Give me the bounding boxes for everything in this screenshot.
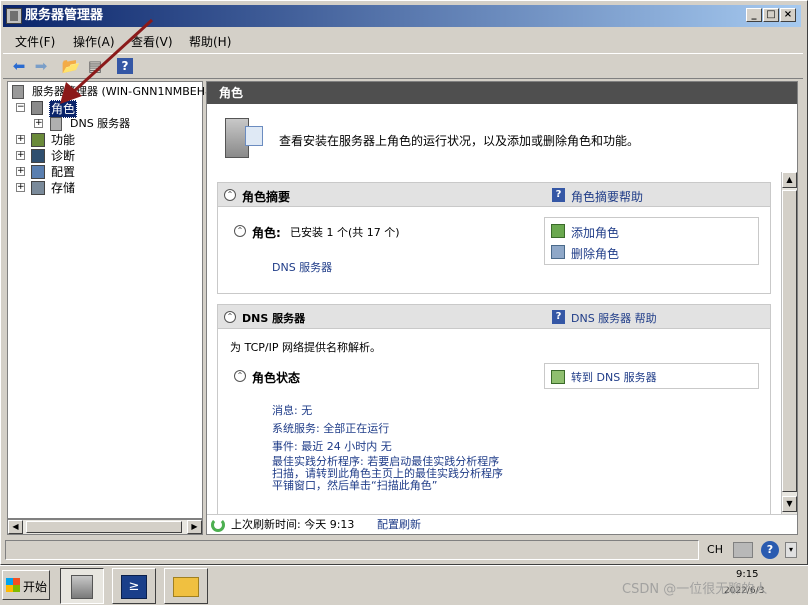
roles-installed-count: 已安装 1 个(共 17 个) <box>290 226 400 239</box>
remove-role-link[interactable]: 删除角色 <box>571 245 619 262</box>
add-role-icon <box>551 224 565 238</box>
collapse-up-icon[interactable]: ⌃ <box>234 370 246 382</box>
menu-view[interactable]: 查看(V) <box>131 33 173 50</box>
collapse-icon[interactable]: − <box>16 103 25 112</box>
server-manager-window: 服务器管理器 _ □ × 文件(F) 操作(A) 查看(V) 帮助(H) ⬅ ➡… <box>0 0 808 565</box>
details-pane: 角色 查看安装在服务器上角色的运行状况，以及添加或删除角色和功能。 ⌃ 角色摘要… <box>206 81 798 535</box>
diagnostics-icon <box>31 149 45 163</box>
start-button[interactable]: 开始 <box>2 570 50 600</box>
dns-server-icon <box>50 117 62 131</box>
tree-horizontal-scrollbar[interactable]: ◀ ▶ <box>7 519 203 535</box>
add-role-link[interactable]: 添加角色 <box>571 224 619 241</box>
server-icon <box>12 85 24 99</box>
windows-logo-icon <box>6 578 20 592</box>
status-pane-main <box>5 540 699 560</box>
status-services: 系统服务: 全部正在运行 <box>272 422 390 435</box>
keyboard-icon[interactable] <box>733 542 753 558</box>
server-manager-icon <box>71 575 93 599</box>
intro-text: 查看安装在服务器上角色的运行状况，以及添加或删除角色和功能。 <box>279 134 640 148</box>
refresh-bar: 上次刷新时间: 今天 9:13 配置刷新 <box>207 514 797 534</box>
scroll-thumb[interactable] <box>782 190 797 492</box>
roles-server-icon <box>221 112 267 162</box>
roles-summary-header[interactable]: ⌃ 角色摘要 ? 角色摘要帮助 <box>218 183 770 207</box>
expand-icon[interactable]: + <box>16 167 25 176</box>
goto-dns-link[interactable]: 转到 DNS 服务器 <box>571 369 657 385</box>
roles-summary-section: ⌃ 角色摘要 ? 角色摘要帮助 ⌃ 角色: 已安装 1 个(共 17 个) DN… <box>217 182 771 294</box>
language-indicator[interactable]: CH <box>703 540 727 560</box>
show-hide-tree-icon[interactable]: ▤ <box>85 57 105 75</box>
help-icon: ? <box>552 310 565 324</box>
minimize-button[interactable]: _ <box>746 8 762 22</box>
collapse-up-icon[interactable]: ⌃ <box>224 311 236 323</box>
content-header: 角色 <box>207 82 797 104</box>
taskbar-powershell[interactable]: ≥ <box>112 568 156 604</box>
window-title: 服务器管理器 <box>25 8 104 23</box>
collapse-up-icon[interactable]: ⌃ <box>234 225 246 237</box>
title-bar[interactable]: 服务器管理器 <box>3 5 801 27</box>
taskbar-server-manager[interactable] <box>60 568 104 604</box>
back-icon[interactable]: ⬅ <box>9 57 29 75</box>
powershell-icon: ≥ <box>121 575 147 599</box>
scroll-thumb[interactable] <box>26 521 182 533</box>
menu-file[interactable]: 文件(F) <box>15 33 55 50</box>
status-messages: 消息: 无 <box>272 404 313 417</box>
help-icon: ? <box>552 188 565 202</box>
toolbar: ⬅ ➡ 📂 ▤ ? <box>3 53 803 79</box>
roles-tasks-box: 添加角色 删除角色 <box>544 217 759 265</box>
dns-tasks-box: 转到 DNS 服务器 <box>544 363 759 389</box>
folder-icon <box>173 577 199 597</box>
features-icon <box>31 133 45 147</box>
configure-refresh-link[interactable]: 配置刷新 <box>377 515 421 535</box>
content-scroll-area: ⌃ 角色摘要 ? 角色摘要帮助 ⌃ 角色: 已安装 1 个(共 17 个) DN… <box>207 172 781 518</box>
scroll-right-icon[interactable]: ▶ <box>187 520 202 534</box>
watermark: CSDN @一位很无聊的人 <box>622 582 768 597</box>
server-manager-icon <box>6 8 22 24</box>
configuration-icon <box>31 165 45 179</box>
chevron-down-icon[interactable]: ▾ <box>785 542 797 558</box>
intro-panel: 查看安装在服务器上角色的运行状况，以及添加或删除角色和功能。 <box>207 104 775 172</box>
dns-help-link[interactable]: DNS 服务器 帮助 <box>571 310 657 326</box>
menu-help[interactable]: 帮助(H) <box>189 33 231 50</box>
menu-bar: 文件(F) 操作(A) 查看(V) 帮助(H) <box>3 29 803 51</box>
status-events: 事件: 最近 24 小时内 无 <box>272 440 392 453</box>
close-button[interactable]: × <box>780 8 796 22</box>
bpa-text-line3: 平铺窗口，然后单击“扫描此角色” <box>272 479 438 492</box>
menu-action[interactable]: 操作(A) <box>73 33 115 50</box>
expand-icon[interactable]: + <box>16 183 25 192</box>
forward-icon[interactable]: ➡ <box>31 57 51 75</box>
roles-icon <box>31 101 43 115</box>
help-icon[interactable]: ? <box>761 541 779 559</box>
console-tree: 服务器管理器 (WIN-GNN1NMBEH8 − 角色 + DNS 服务器 + … <box>7 81 212 519</box>
content-vertical-scrollbar[interactable]: ▲ ▼ <box>781 172 797 514</box>
expand-icon[interactable]: + <box>16 135 25 144</box>
taskbar-explorer[interactable] <box>164 568 208 604</box>
remove-role-icon <box>551 245 565 259</box>
goto-icon <box>551 370 565 384</box>
maximize-button[interactable]: □ <box>763 8 779 22</box>
dns-server-section: ⌃ DNS 服务器 ? DNS 服务器 帮助 为 TCP/IP 网络提供名称解析… <box>217 304 771 518</box>
roles-summary-help-link[interactable]: 角色摘要帮助 <box>571 188 643 205</box>
scroll-left-icon[interactable]: ◀ <box>8 520 23 534</box>
refresh-icon <box>211 518 225 532</box>
up-folder-icon[interactable]: 📂 <box>61 57 81 75</box>
last-refresh-text: 上次刷新时间: 今天 9:13 <box>231 518 355 531</box>
status-bar: CH ? ▾ <box>5 540 801 560</box>
dns-description: 为 TCP/IP 网络提供名称解析。 <box>230 341 381 354</box>
scroll-down-icon[interactable]: ▼ <box>782 496 797 512</box>
expand-icon[interactable]: + <box>16 151 25 160</box>
dns-server-header[interactable]: ⌃ DNS 服务器 ? DNS 服务器 帮助 <box>218 305 770 329</box>
storage-icon <box>31 181 45 195</box>
collapse-up-icon[interactable]: ⌃ <box>224 189 236 201</box>
dns-server-link[interactable]: DNS 服务器 <box>272 259 332 275</box>
help-icon[interactable]: ? <box>117 58 133 74</box>
taskbar: 开始 ≥ 9:15 2022/6/3 CSDN @一位很无聊的人 <box>0 565 808 605</box>
scroll-up-icon[interactable]: ▲ <box>782 172 797 188</box>
expand-icon[interactable]: + <box>34 119 43 128</box>
